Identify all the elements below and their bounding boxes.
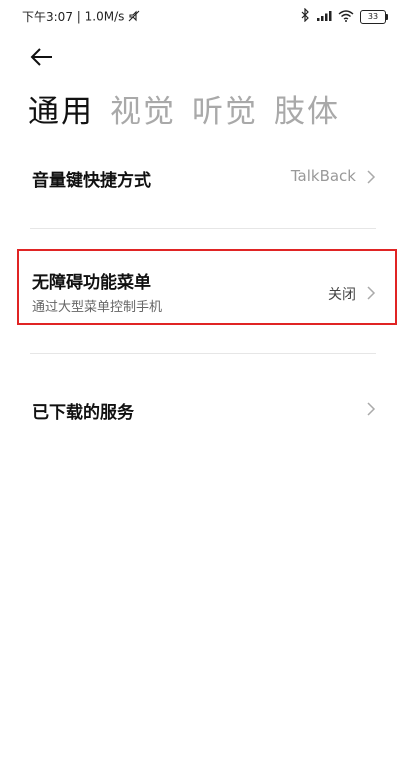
status-time: 下午3:07 <box>22 10 73 24</box>
status-separator: | <box>76 9 81 24</box>
chevron-right-icon <box>367 170 376 184</box>
divider <box>30 228 376 229</box>
volume-shortcut-value: TalkBack <box>290 167 356 185</box>
back-arrow-icon <box>30 48 52 66</box>
category-tabs: 通用 视觉 听觉 肢体 <box>28 86 340 131</box>
signal-icon <box>316 7 332 26</box>
tab-physical[interactable]: 肢体 <box>274 86 340 131</box>
mute-icon <box>128 10 140 24</box>
battery-icon: 33 <box>360 9 388 24</box>
downloaded-services-row[interactable]: 已下载的服务 <box>0 382 406 438</box>
status-bar: 下午3:07 | 1.0M/s 33 <box>0 0 406 32</box>
back-button[interactable] <box>28 44 58 70</box>
tab-general[interactable]: 通用 <box>28 86 94 131</box>
chevron-right-icon <box>367 402 376 416</box>
network-speed: 1.0M/s <box>84 9 125 24</box>
volume-shortcut-title: 音量键快捷方式 <box>32 171 151 191</box>
highlight-box <box>17 249 397 325</box>
status-right: 33 <box>300 7 388 26</box>
tab-hearing[interactable]: 听觉 <box>192 86 258 131</box>
volume-shortcut-row[interactable]: 音量键快捷方式 TalkBack <box>0 150 406 206</box>
wifi-icon <box>338 7 354 26</box>
downloaded-services-title: 已下载的服务 <box>32 403 134 423</box>
divider <box>30 353 376 354</box>
battery-level: 33 <box>367 11 379 21</box>
bluetooth-icon <box>300 7 310 26</box>
status-left: 下午3:07 | 1.0M/s <box>22 8 140 25</box>
tab-vision[interactable]: 视觉 <box>110 86 176 131</box>
